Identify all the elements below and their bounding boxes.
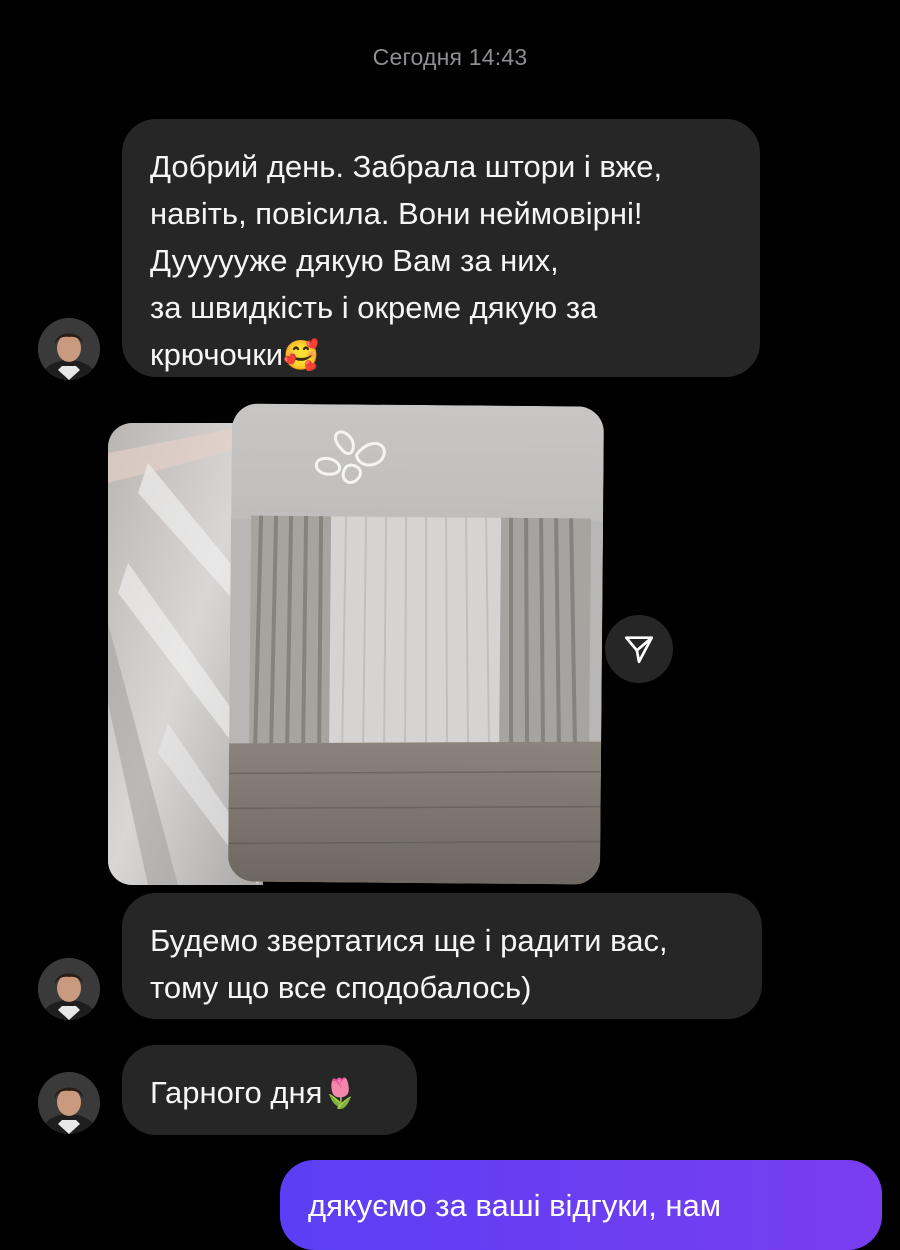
timestamp: Сегодня 14:43: [372, 44, 528, 70]
message-text-line: Добрий день. Забрала штори і вже,: [150, 149, 663, 184]
message-text-line: Дуууууже дякую Вам за них,: [150, 243, 559, 278]
message-text-line: тому що все сподобалось): [150, 970, 532, 1005]
message-text: Гарного дня: [150, 1075, 323, 1110]
smiling-hearts-emoji: 🥰: [283, 340, 320, 372]
photo-stack[interactable]: [108, 403, 608, 890]
message-text-line: Будемо звертатися ще і радити вас,: [150, 923, 668, 958]
message-text: крючочки: [150, 337, 284, 372]
avatar[interactable]: [38, 318, 100, 380]
tulip-emoji: 🌷: [322, 1078, 359, 1110]
share-send-icon: [624, 636, 654, 664]
outgoing-message-bubble[interactable]: дякуємо за ваші відгуки, нам: [280, 1160, 882, 1250]
outgoing-message-text: дякуємо за ваші відгуки, нам: [308, 1188, 722, 1223]
avatar-image: [38, 318, 100, 380]
share-button[interactable]: [605, 615, 673, 683]
message-text-line: навіть, повісила. Вони неймовірні!: [150, 196, 643, 231]
message-bubble[interactable]: Гарного дня🌷: [122, 1045, 417, 1135]
message-text-line: за швидкість і окреме дякую за: [150, 290, 598, 325]
photo-front[interactable]: [227, 403, 605, 885]
message-bubble[interactable]: Добрий день. Забрала штори і вже, навіть…: [122, 119, 760, 377]
avatar-image: [38, 1072, 100, 1134]
avatar[interactable]: [38, 958, 100, 1020]
message-bubble[interactable]: Будемо звертатися ще і радити вас, тому …: [122, 893, 762, 1019]
message-text-line: Гарного дня🌷: [150, 1069, 389, 1118]
avatar-image: [38, 958, 100, 1020]
room-curtains-image: [227, 403, 605, 885]
message-text-line: крючочки🥰: [150, 331, 732, 380]
avatar[interactable]: [38, 1072, 100, 1134]
